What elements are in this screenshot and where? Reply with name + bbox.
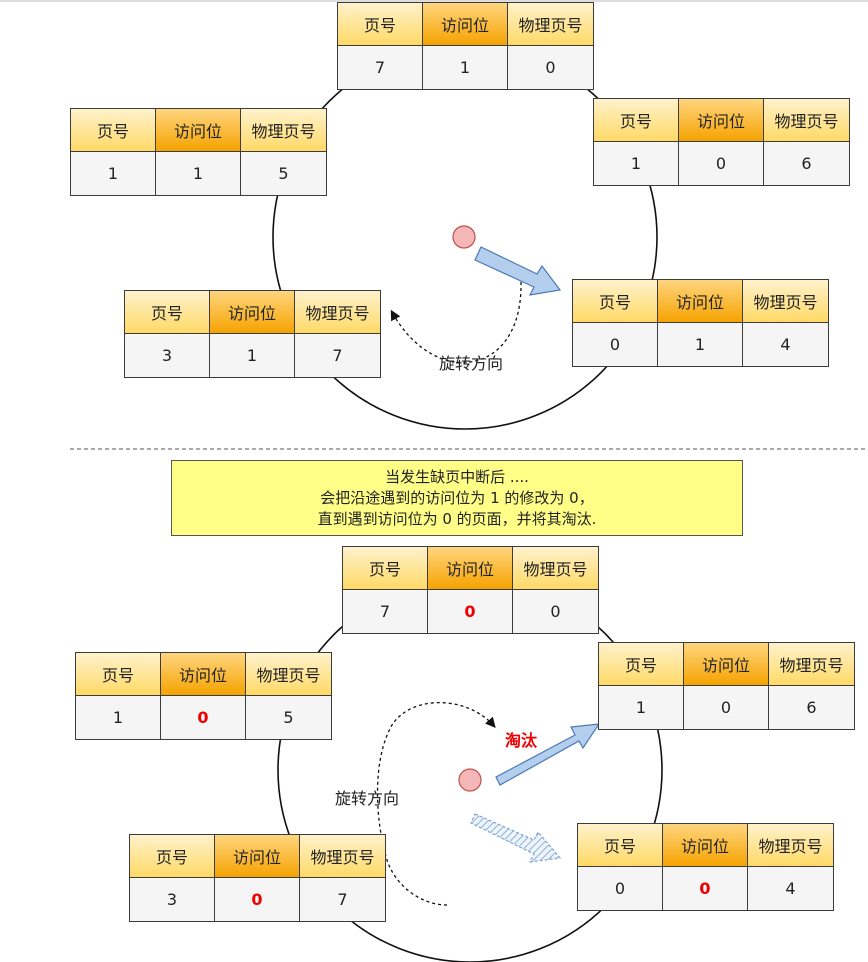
value-frame: 7 xyxy=(300,878,385,921)
value-page: 1 xyxy=(71,152,156,195)
value-frame: 6 xyxy=(769,686,854,729)
value-frame: 0 xyxy=(513,590,598,633)
header-page: 页号 xyxy=(343,547,428,590)
rotation-direction-label: 旋转方向 xyxy=(439,354,504,373)
value-page: 7 xyxy=(343,590,428,633)
header-access: 访问位 xyxy=(684,643,769,686)
header-frame: 物理页号 xyxy=(508,3,593,46)
header-page: 页号 xyxy=(338,3,423,46)
value-access: 1 xyxy=(156,152,241,195)
page-table-entry: 页号 访问位 物理页号 0 1 4 xyxy=(572,279,829,367)
value-frame: 7 xyxy=(295,334,380,377)
header-access: 访问位 xyxy=(215,835,300,878)
value-access-modified: 0 xyxy=(663,867,748,910)
page-table-entry: 页号 访问位 物理页号 0 0 4 xyxy=(577,823,834,911)
header-page: 页号 xyxy=(125,291,210,334)
header-access: 访问位 xyxy=(156,109,241,152)
value-access: 1 xyxy=(423,46,508,89)
value-access: 0 xyxy=(679,142,764,185)
value-page: 3 xyxy=(130,878,215,921)
value-page: 3 xyxy=(125,334,210,377)
header-frame: 物理页号 xyxy=(295,291,380,334)
header-access: 访问位 xyxy=(423,3,508,46)
value-access-modified: 0 xyxy=(215,878,300,921)
page-table-entry: 页号 访问位 物理页号 3 1 7 xyxy=(124,290,381,378)
header-access: 访问位 xyxy=(210,291,295,334)
header-access: 访问位 xyxy=(663,824,748,867)
header-page: 页号 xyxy=(76,653,161,696)
header-frame: 物理页号 xyxy=(513,547,598,590)
page-table-entry: 页号 访问位 物理页号 1 0 6 xyxy=(593,98,850,186)
header-page: 页号 xyxy=(599,643,684,686)
value-page: 7 xyxy=(338,46,423,89)
note-line: 直到遇到访问位为 0 的页面，并将其淘汰. xyxy=(317,509,597,528)
value-access: 0 xyxy=(684,686,769,729)
header-frame: 物理页号 xyxy=(246,653,331,696)
header-access: 访问位 xyxy=(428,547,513,590)
page-table-entry-evicted: 页号 访问位 物理页号 1 0 6 xyxy=(598,642,855,730)
header-frame: 物理页号 xyxy=(241,109,326,152)
note-line: 会把沿途遇到的访问位为 1 的修改为 0， xyxy=(320,488,594,507)
value-page: 1 xyxy=(76,696,161,739)
value-frame: 5 xyxy=(241,152,326,195)
clock-hand-dot-bottom xyxy=(458,768,482,792)
header-page: 页号 xyxy=(573,280,658,323)
value-access: 1 xyxy=(210,334,295,377)
header-access: 访问位 xyxy=(679,99,764,142)
value-page: 1 xyxy=(599,686,684,729)
clock-hand-arrow-top xyxy=(474,246,562,296)
header-access: 访问位 xyxy=(658,280,743,323)
value-page: 0 xyxy=(578,867,663,910)
value-frame: 4 xyxy=(748,867,833,910)
value-access: 1 xyxy=(658,323,743,366)
page-table-entry: 页号 访问位 物理页号 1 1 5 xyxy=(70,108,327,196)
header-frame: 物理页号 xyxy=(769,643,854,686)
value-page: 1 xyxy=(594,142,679,185)
value-frame: 0 xyxy=(508,46,593,89)
header-page: 页号 xyxy=(594,99,679,142)
page-table-entry: 页号 访问位 物理页号 7 0 0 xyxy=(342,546,599,634)
value-frame: 4 xyxy=(743,323,828,366)
value-frame: 6 xyxy=(764,142,849,185)
value-frame: 5 xyxy=(246,696,331,739)
page-table-entry: 页号 访问位 物理页号 3 0 7 xyxy=(129,834,386,922)
header-access: 访问位 xyxy=(161,653,246,696)
rotation-direction-label: 旋转方向 xyxy=(335,789,400,808)
value-access-modified: 0 xyxy=(428,590,513,633)
explanation-note: 当发生缺页中断后 .... 会把沿途遇到的访问位为 1 的修改为 0， 直到遇到… xyxy=(171,460,743,536)
value-access-modified: 0 xyxy=(161,696,246,739)
evict-label: 淘汰 xyxy=(505,731,538,750)
header-page: 页号 xyxy=(71,109,156,152)
header-page: 页号 xyxy=(130,835,215,878)
note-line: 当发生缺页中断后 .... xyxy=(385,467,529,486)
header-page: 页号 xyxy=(578,824,663,867)
page-table-entry: 页号 访问位 物理页号 1 0 5 xyxy=(75,652,332,740)
header-frame: 物理页号 xyxy=(764,99,849,142)
header-frame: 物理页号 xyxy=(743,280,828,323)
header-frame: 物理页号 xyxy=(300,835,385,878)
header-frame: 物理页号 xyxy=(748,824,833,867)
clock-hand-arrow-previous xyxy=(470,813,562,863)
clock-hand-dot-top xyxy=(452,225,476,249)
value-page: 0 xyxy=(573,323,658,366)
page-table-entry: 页号 访问位 物理页号 7 1 0 xyxy=(337,2,594,90)
